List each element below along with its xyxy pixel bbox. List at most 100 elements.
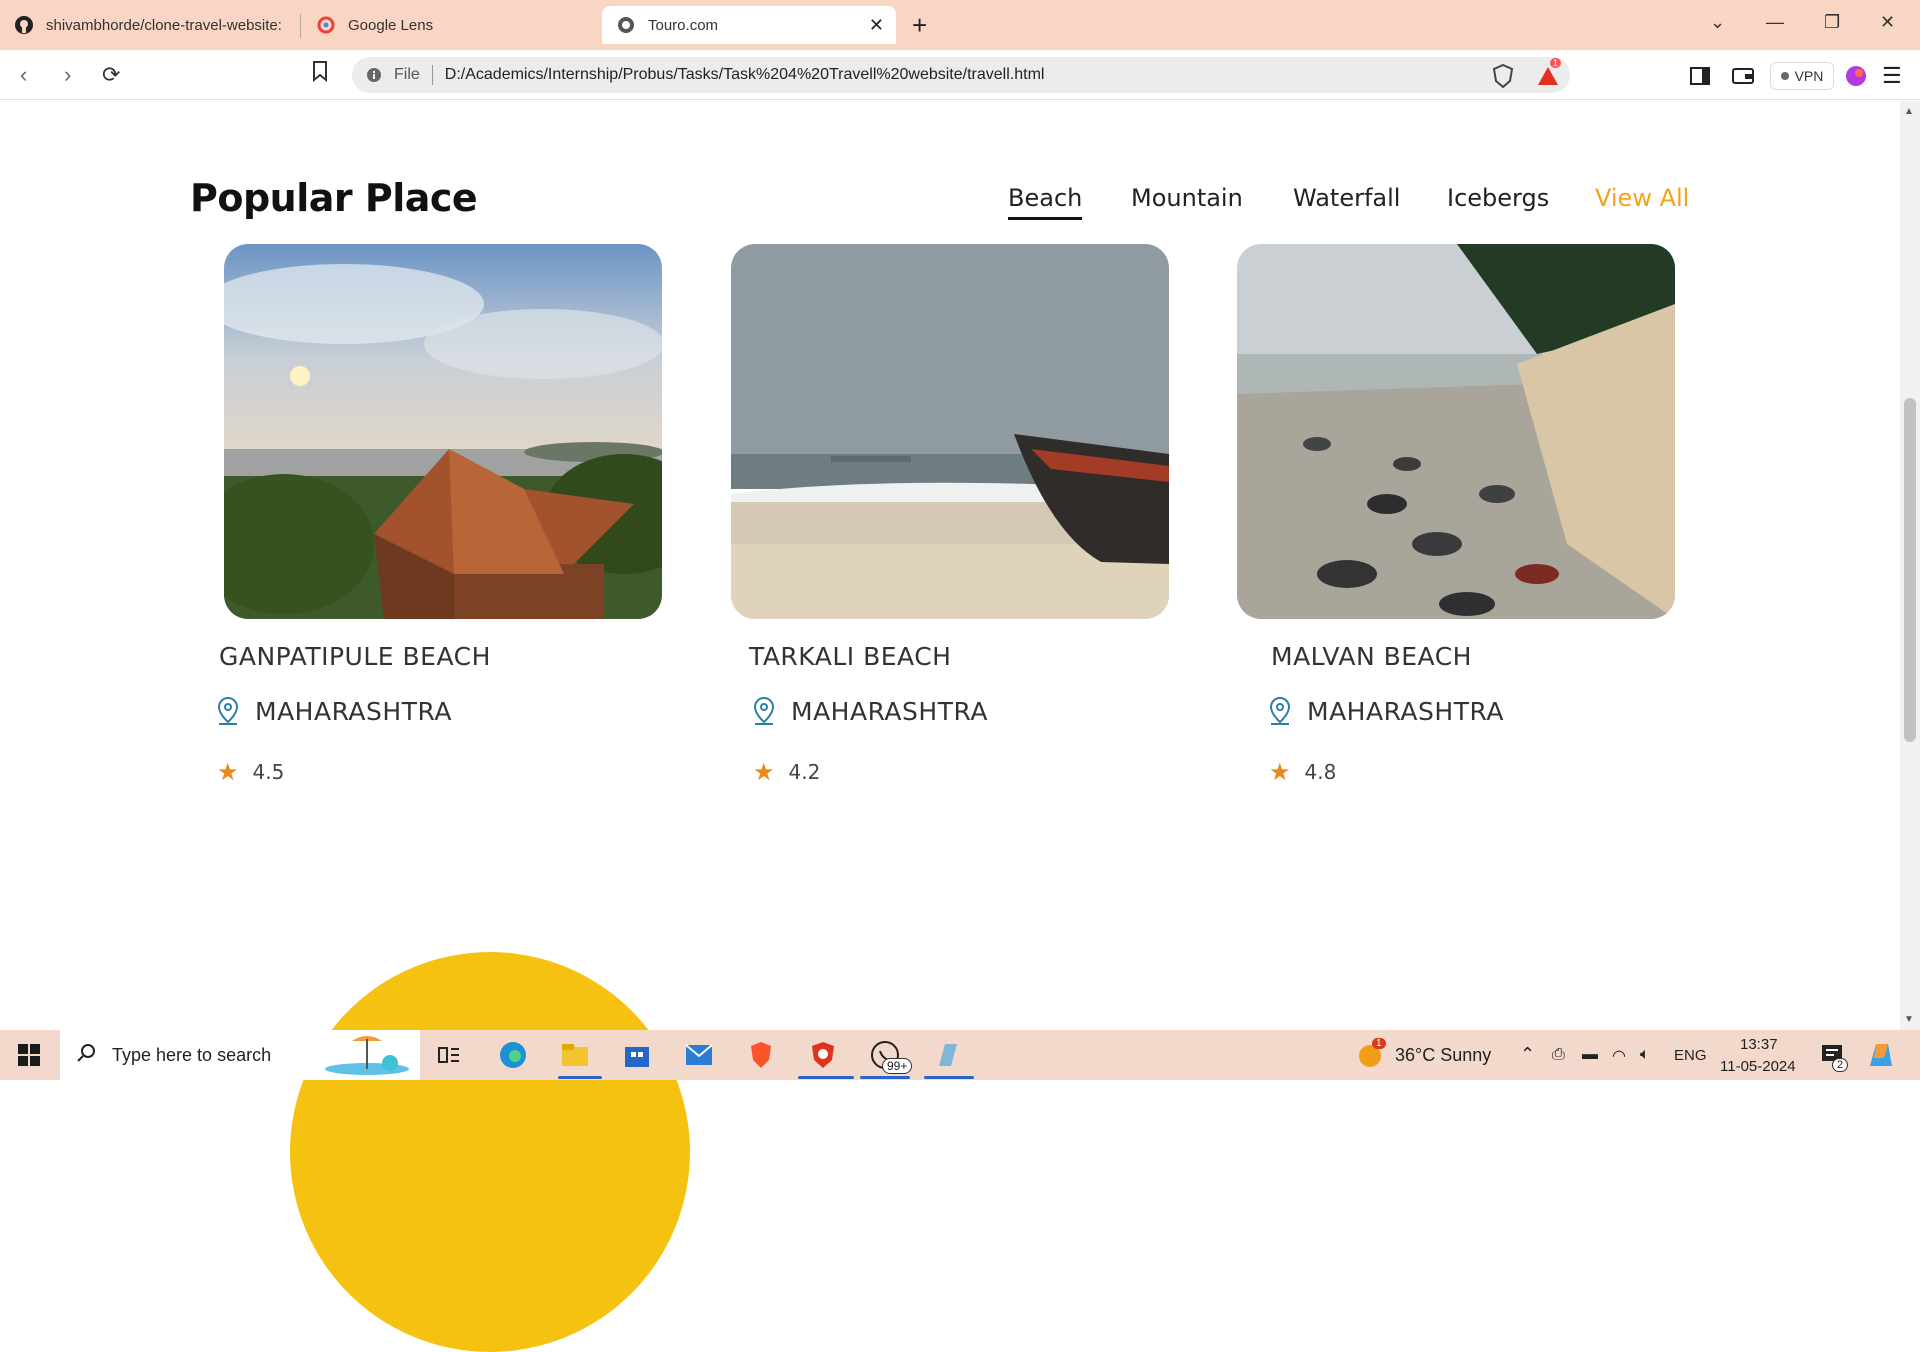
scroll-up-arrow-icon[interactable]: ▲	[1904, 106, 1914, 117]
copilot-icon[interactable]	[1866, 1040, 1896, 1075]
bookmark-icon[interactable]	[312, 60, 328, 88]
tab-title: Touro.com	[648, 16, 719, 34]
url-text[interactable]: D:/Academics/Internship/Probus/Tasks/Tas…	[445, 66, 1045, 84]
brave-shield-icon[interactable]	[1492, 62, 1514, 90]
scroll-down-arrow-icon[interactable]: ▼	[1904, 1014, 1914, 1025]
back-button[interactable]: ‹	[20, 62, 27, 88]
card-location: MAHARASHTRA	[1267, 696, 1504, 726]
weather-text[interactable]: 36°C Sunny	[1395, 1045, 1491, 1066]
github-icon	[14, 15, 34, 35]
close-tab-icon[interactable]: ✕	[869, 15, 884, 36]
microsoft-store-icon[interactable]	[620, 1038, 654, 1072]
card-rating: ★ 4.2	[753, 758, 820, 786]
task-view-icon[interactable]	[432, 1038, 466, 1072]
location-pin-icon	[1269, 696, 1291, 725]
notepad-icon[interactable]	[930, 1038, 964, 1072]
tab-separator	[300, 14, 301, 38]
card-title[interactable]: TARKALI BEACH	[749, 642, 951, 671]
volume-icon[interactable]: 🔈︎	[1640, 1046, 1650, 1064]
malvan-beach-image[interactable]	[1237, 244, 1675, 619]
tab-title: Google Lens	[348, 16, 434, 34]
wallet-icon[interactable]	[1732, 62, 1754, 90]
card-rating: ★ 4.5	[217, 758, 284, 786]
star-icon: ★	[1269, 758, 1291, 786]
google-lens-icon	[316, 15, 336, 35]
taskbar-search-box[interactable]: Type here to search	[60, 1030, 420, 1080]
new-tab-button[interactable]: +	[912, 10, 927, 41]
clock-time[interactable]: 13:37	[1740, 1036, 1778, 1053]
filter-icebergs[interactable]: Icebergs	[1447, 184, 1549, 212]
search-highlight-icon	[322, 1031, 412, 1080]
card-title[interactable]: GANPATIPULE BEACH	[219, 642, 491, 671]
tab-search-chevron-icon[interactable]: ⌄	[1710, 12, 1725, 33]
filter-mountain[interactable]: Mountain	[1131, 184, 1243, 212]
decorative-yellow-circle	[290, 952, 690, 1352]
tarkali-beach-image[interactable]	[731, 244, 1169, 619]
info-icon[interactable]	[364, 65, 384, 85]
filter-waterfall[interactable]: Waterfall	[1293, 184, 1400, 212]
location-pin-icon	[217, 696, 239, 725]
search-placeholder: Type here to search	[112, 1044, 272, 1065]
location-text: MAHARASHTRA	[255, 696, 452, 726]
card-title[interactable]: MALVAN BEACH	[1271, 642, 1472, 671]
weather-badge: 1	[1372, 1038, 1386, 1049]
address-bar[interactable]: File D:/Academics/Internship/Probus/Task…	[352, 57, 1570, 93]
url-scheme: File	[394, 66, 420, 83]
star-icon: ★	[753, 758, 775, 786]
active-app-indicator	[924, 1076, 974, 1079]
forward-button[interactable]: ›	[64, 62, 71, 88]
close-window-button[interactable]: ✕	[1880, 12, 1895, 33]
vpn-button[interactable]: VPN	[1770, 62, 1834, 90]
card-location: MAHARASHTRA	[215, 696, 452, 726]
filter-beach[interactable]: Beach	[1008, 184, 1083, 220]
active-app-indicator	[860, 1076, 910, 1079]
active-app-indicator	[798, 1076, 854, 1079]
reload-button[interactable]: ⟳	[102, 62, 120, 88]
rating-value: 4.2	[788, 760, 821, 784]
rating-value: 4.5	[252, 760, 285, 784]
battery-icon[interactable]: ▬	[1582, 1046, 1598, 1064]
vpn-label: VPN	[1794, 68, 1824, 84]
card-rating: ★ 4.8	[1269, 758, 1336, 786]
tab-google-lens[interactable]: Google Lens	[302, 6, 602, 44]
rewards-badge: 1	[1550, 58, 1562, 68]
ganpatipule-beach-image[interactable]	[224, 244, 662, 619]
minimize-button[interactable]: —	[1766, 12, 1784, 33]
search-icon	[76, 1043, 96, 1068]
brave-rewards-icon[interactable]: 1	[1536, 58, 1562, 90]
brave-active-window-icon[interactable]	[806, 1038, 840, 1072]
globe-icon	[616, 15, 636, 35]
clock-date[interactable]: 11-05-2024	[1720, 1058, 1796, 1075]
section-title: Popular Place	[190, 176, 478, 220]
view-all-link[interactable]: View All	[1595, 184, 1689, 212]
tab-github[interactable]: shivambhorde/clone-travel-website:	[0, 6, 300, 44]
wifi-icon[interactable]: ◠	[1612, 1046, 1626, 1066]
edge-browser-icon[interactable]	[496, 1038, 530, 1072]
windows-start-icon[interactable]	[18, 1044, 40, 1066]
file-explorer-icon[interactable]	[558, 1038, 592, 1072]
divider	[431, 65, 433, 85]
vpn-dot-icon	[1780, 72, 1789, 80]
leo-ai-icon[interactable]	[1845, 62, 1867, 90]
show-hidden-icons-chevron-icon[interactable]: ⌃	[1520, 1044, 1535, 1065]
rating-value: 4.8	[1304, 760, 1337, 784]
tab-title: shivambhorde/clone-travel-website:	[46, 16, 282, 34]
location-text: MAHARASHTRA	[791, 696, 988, 726]
tab-touro[interactable]: Touro.com ✕	[602, 6, 896, 44]
browser-tab-bar: shivambhorde/clone-travel-website: Googl…	[0, 0, 1920, 50]
whatsapp-badge: 99+	[882, 1058, 913, 1074]
sidebar-toggle-icon[interactable]	[1690, 62, 1710, 90]
notification-count: 2	[1832, 1058, 1849, 1072]
location-pin-icon	[753, 696, 775, 725]
active-app-indicator	[558, 1076, 602, 1079]
star-icon: ★	[217, 758, 239, 786]
menu-icon[interactable]: ☰	[1882, 62, 1902, 90]
scrollbar-thumb[interactable]	[1904, 398, 1916, 742]
restore-button[interactable]: ❐	[1824, 12, 1840, 33]
card-location: MAHARASHTRA	[751, 696, 988, 726]
meet-now-icon[interactable]: ⎙	[1552, 1046, 1565, 1064]
mail-icon[interactable]	[682, 1038, 716, 1072]
brave-browser-icon[interactable]	[744, 1038, 778, 1072]
language-indicator[interactable]: ENG	[1674, 1047, 1707, 1064]
location-text: MAHARASHTRA	[1307, 696, 1504, 726]
